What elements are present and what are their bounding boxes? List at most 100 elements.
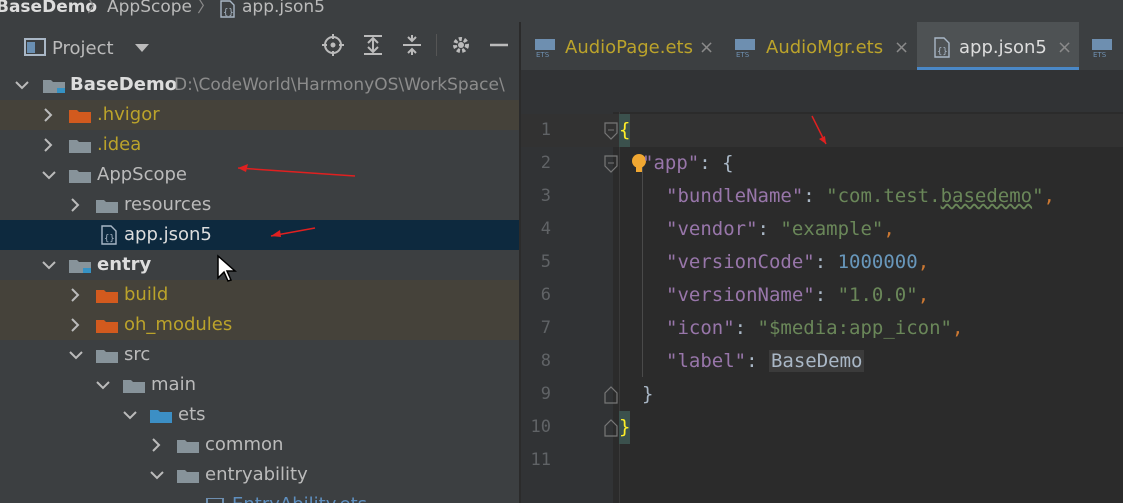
close-brace: } — [642, 383, 654, 405]
tab-overflow[interactable]: ETS — [1087, 22, 1123, 70]
svg-text:{}: {} — [937, 47, 948, 57]
json-punct: : { — [699, 152, 734, 174]
json-key: "icon" — [666, 317, 735, 339]
tree-item-label: build — [124, 284, 169, 305]
tree-item-entry[interactable]: entry — [0, 250, 519, 280]
code-line: 11 — [521, 444, 1123, 477]
fold-icon[interactable] — [604, 122, 618, 140]
fold-icon[interactable] — [604, 155, 618, 173]
line-number: 2 — [540, 153, 551, 173]
expand-all-icon[interactable] — [362, 34, 384, 56]
breadcrumb-appscope[interactable]: AppScope — [107, 0, 192, 16]
tree-item-hvigor[interactable]: .hvigor — [0, 100, 519, 130]
json-key: "label" — [666, 350, 747, 372]
chevron-down-icon[interactable] — [15, 70, 29, 100]
json-value-end: " — [1032, 185, 1044, 207]
tree-item-path: D:\CodeWorld\HarmonyOS\WorkSpace\ — [174, 75, 505, 95]
chevron-right-icon[interactable] — [42, 100, 56, 130]
json-key: "versionCode" — [666, 251, 815, 273]
tree-item-ets[interactable]: ets — [0, 400, 519, 430]
json-colon: : — [814, 284, 838, 306]
folder-icon — [96, 350, 118, 363]
tree-item-build[interactable]: build — [0, 280, 519, 310]
minimize-icon[interactable] — [488, 34, 510, 56]
fold-end-icon[interactable] — [604, 386, 618, 404]
project-view-icon — [24, 38, 46, 56]
line-number: 3 — [540, 186, 551, 206]
chevron-down-icon[interactable] — [123, 400, 137, 430]
json-colon: : — [757, 218, 781, 240]
json-key: "vendor" — [666, 218, 758, 240]
json-colon: : — [734, 317, 758, 339]
chevron-right-icon[interactable] — [69, 280, 83, 310]
svg-text:{}: {} — [223, 8, 234, 18]
tree-item-label: AppScope — [97, 164, 187, 185]
tree-item-main[interactable]: main — [0, 370, 519, 400]
line-number: 11 — [530, 450, 551, 470]
json-comma: , — [1043, 185, 1055, 207]
module-folder-icon — [69, 260, 91, 273]
tree-item-src[interactable]: src — [0, 340, 519, 370]
project-panel: Project BaseDemo D:\CodeWorld\HarmonyOS\… — [0, 22, 519, 503]
chevron-right-icon[interactable] — [69, 190, 83, 220]
open-brace: { — [619, 114, 631, 147]
code-line: 10 } — [521, 411, 1123, 444]
tab-audiomgr[interactable]: ETS AudioMgr.ets × — [721, 22, 916, 70]
tree-item-label: oh_modules — [124, 314, 233, 335]
chevron-right-icon[interactable] — [69, 310, 83, 340]
project-panel-title[interactable]: Project — [52, 38, 114, 59]
chevron-down-icon[interactable] — [42, 250, 56, 280]
chevron-down-icon[interactable] — [150, 460, 164, 490]
close-icon[interactable]: × — [699, 22, 714, 74]
folder-icon — [69, 140, 91, 153]
json-key: "versionName" — [666, 284, 815, 306]
tree-item-label: BaseDemo — [70, 74, 178, 95]
tree-item-label: resources — [124, 194, 212, 215]
gear-icon[interactable] — [450, 34, 472, 56]
json-value: 1000000 — [837, 251, 918, 273]
caret-down-icon[interactable] — [135, 44, 149, 53]
locate-icon[interactable] — [322, 34, 344, 56]
fold-end-icon[interactable] — [604, 419, 618, 437]
folder-icon — [123, 380, 145, 393]
tree-item-label: entry — [97, 254, 152, 275]
tree-item-label: app.json5 — [124, 224, 212, 245]
tree-item-app-json5[interactable]: {} app.json5 — [0, 220, 519, 250]
tree-item-label: main — [151, 374, 196, 395]
collapse-all-icon[interactable] — [401, 34, 423, 56]
chevron-right-icon[interactable] — [150, 430, 164, 460]
tree-item-label: common — [205, 434, 284, 455]
toolbar-divider — [436, 34, 437, 56]
tree-item-entryability[interactable]: entryability — [0, 460, 519, 490]
svg-text:ETS: ETS — [536, 51, 550, 58]
tree-item-entryability-ets[interactable]: EntryAbility.ets — [0, 490, 519, 503]
tree-item-label: .idea — [97, 134, 142, 155]
tree-item-appscope[interactable]: AppScope — [0, 160, 519, 190]
breadcrumb-file[interactable]: app.json5 — [242, 0, 325, 16]
code-line: 5 "versionCode": 1000000, — [521, 246, 1123, 279]
tab-audiopage[interactable]: ETS AudioPage.ets × — [521, 22, 718, 70]
chevron-down-icon[interactable] — [96, 370, 110, 400]
excluded-folder-icon — [69, 110, 91, 123]
line-number: 7 — [540, 318, 551, 338]
code-line: 7 "icon": "$media:app_icon", — [521, 312, 1123, 345]
breadcrumb-project[interactable]: BaseDemo — [0, 0, 97, 16]
ets-file-icon: ETS — [735, 39, 755, 58]
tab-app-json5[interactable]: {} app.json5 × — [917, 22, 1079, 70]
close-icon[interactable]: × — [894, 22, 909, 74]
code-editor[interactable]: 1 { 2 "app": { 3 "bundleName": "com.test… — [521, 112, 1123, 503]
chevron-down-icon[interactable] — [69, 340, 83, 370]
json-value: BaseDemo — [768, 350, 865, 372]
chevron-down-icon[interactable] — [42, 160, 56, 190]
json-value: "example" — [780, 218, 884, 240]
tree-item-idea[interactable]: .idea — [0, 130, 519, 160]
chevron-right-icon[interactable] — [42, 130, 56, 160]
tree-item-oh-modules[interactable]: oh_modules — [0, 310, 519, 340]
json-value: "com.test. — [826, 185, 941, 207]
project-panel-header: Project — [0, 22, 519, 68]
tree-item-basedemo[interactable]: BaseDemo D:\CodeWorld\HarmonyOS\WorkSpac… — [0, 70, 519, 100]
tree-item-resources[interactable]: resources — [0, 190, 519, 220]
code-line: 2 "app": { — [521, 147, 1123, 180]
tree-item-common[interactable]: common — [0, 430, 519, 460]
excluded-folder-icon — [96, 290, 118, 303]
